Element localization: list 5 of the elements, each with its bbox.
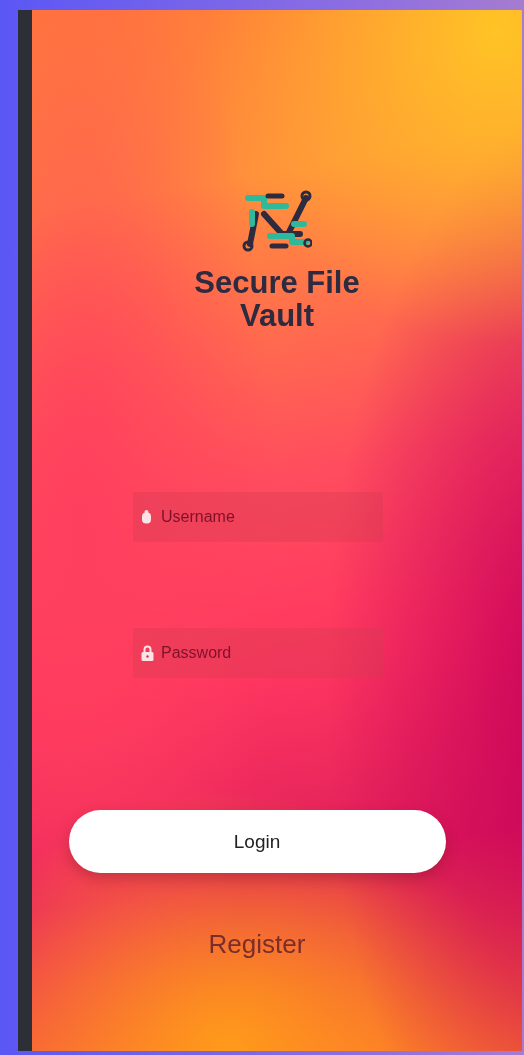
app-title: Secure File Vault <box>193 266 361 332</box>
lock-icon <box>141 644 154 662</box>
circuit-logo-icon <box>242 190 312 252</box>
user-icon <box>141 509 152 525</box>
login-button[interactable]: Login <box>68 810 446 873</box>
